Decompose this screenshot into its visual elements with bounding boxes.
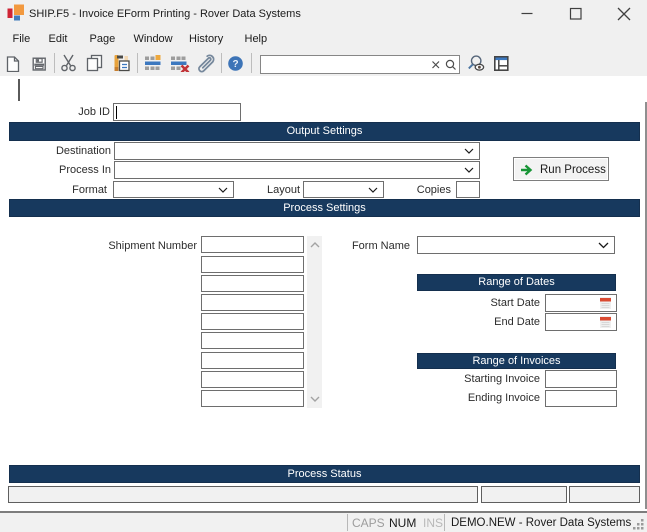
svg-text:?: ?	[232, 59, 238, 70]
